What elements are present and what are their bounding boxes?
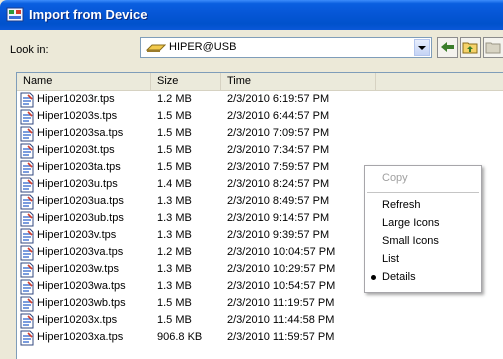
tps-file-icon — [20, 313, 34, 329]
file-size: 1.3 MB — [157, 212, 192, 224]
file-time: 2/3/2010 9:39:57 PM — [227, 229, 330, 241]
file-time: 2/3/2010 9:14:57 PM — [227, 212, 330, 224]
menu-item-refresh[interactable]: Refresh — [382, 199, 421, 211]
file-size: 1.4 MB — [157, 178, 192, 190]
file-size: 1.5 MB — [157, 314, 192, 326]
menu-item-copy[interactable]: Copy — [382, 172, 408, 184]
tps-file-icon — [20, 279, 34, 295]
tps-file-icon — [20, 109, 34, 125]
file-size: 1.2 MB — [157, 93, 192, 105]
file-size: 1.5 MB — [157, 110, 192, 122]
back-button[interactable] — [437, 37, 458, 58]
file-size: 1.5 MB — [157, 127, 192, 139]
tps-file-icon — [20, 262, 34, 278]
tps-file-icon — [20, 330, 34, 346]
file-name: Hiper10203s.tps — [37, 110, 118, 122]
table-row[interactable]: Hiper10203wb.tps 1.5 MB 2/3/2010 11:19:57 … — [17, 295, 503, 312]
look-in-label: Look in: — [10, 44, 49, 56]
file-time: 2/3/2010 10:29:57 PM — [227, 263, 336, 275]
radio-bullet-icon — [371, 275, 376, 280]
tps-file-icon — [20, 126, 34, 142]
file-name: Hiper10203ta.tps — [37, 161, 121, 173]
up-folder-icon — [462, 42, 478, 54]
file-size: 1.2 MB — [157, 246, 192, 258]
menu-separator — [367, 192, 479, 193]
column-header-time[interactable]: Time — [221, 73, 376, 90]
file-size: 1.3 MB — [157, 280, 192, 292]
table-row[interactable]: Hiper10203xa.tps 906.8 KB 2/3/2010 11:59:5… — [17, 329, 503, 346]
back-arrow-icon — [441, 42, 454, 52]
file-time: 2/3/2010 11:44:58 PM — [227, 314, 335, 326]
dropdown-button[interactable] — [414, 39, 430, 56]
file-size: 906.8 KB — [157, 331, 203, 343]
file-name: Hiper10203x.tps — [37, 314, 118, 326]
file-time: 2/3/2010 10:54:57 PM — [227, 280, 336, 292]
file-time: 2/3/2010 11:19:57 PM — [227, 297, 335, 309]
tps-file-icon — [20, 194, 34, 210]
file-name: Hiper10203xa.tps — [37, 331, 124, 343]
menu-item-list[interactable]: List — [382, 253, 399, 265]
column-header-size[interactable]: Size — [151, 73, 221, 90]
context-menu: Copy Refresh Large Icons Small Icons Lis… — [364, 165, 482, 293]
tps-file-icon — [20, 177, 34, 193]
file-size: 1.3 MB — [157, 263, 192, 275]
file-time: 2/3/2010 7:59:57 PM — [227, 161, 330, 173]
table-row[interactable]: Hiper10203s.tps 1.5 MB 2/3/2010 6:44:57 PM — [17, 108, 503, 125]
file-name: Hiper10203w.tps — [37, 263, 119, 275]
file-time: 2/3/2010 7:34:57 PM — [227, 144, 330, 156]
tps-file-icon — [20, 211, 34, 227]
file-time: 2/3/2010 6:44:57 PM — [227, 110, 330, 122]
usb-drive-icon — [146, 44, 166, 52]
file-name: Hiper10203ub.tps — [37, 212, 124, 224]
file-name: Hiper10203wa.tps — [37, 280, 126, 292]
table-row[interactable]: Hiper10203x.tps 1.5 MB 2/3/2010 11:44:58 P… — [17, 312, 503, 329]
file-time: 2/3/2010 8:24:57 PM — [227, 178, 330, 190]
file-name: Hiper10203t.tps — [37, 144, 115, 156]
file-size: 1.3 MB — [157, 195, 192, 207]
table-row[interactable]: Hiper10203sa.tps 1.5 MB 2/3/2010 7:09:57 P… — [17, 125, 503, 142]
tps-file-icon — [20, 143, 34, 159]
column-header-row: Name Size Time — [17, 73, 503, 91]
device-import-icon — [6, 7, 24, 22]
file-time: 2/3/2010 6:19:57 PM — [227, 93, 330, 105]
menu-item-small-icons[interactable]: Small Icons — [382, 235, 439, 247]
column-header-name[interactable]: Name — [17, 73, 151, 90]
file-name: Hiper10203v.tps — [37, 229, 117, 241]
new-folder-button[interactable] — [483, 37, 503, 58]
up-folder-button[interactable] — [460, 37, 481, 58]
look-in-dropdown[interactable]: HIPER@USB — [140, 37, 432, 58]
file-size: 1.5 MB — [157, 297, 192, 309]
file-size: 1.5 MB — [157, 161, 192, 173]
table-row[interactable]: Hiper10203r.tps 1.2 MB 2/3/2010 6:19:57 PM — [17, 91, 503, 108]
tps-file-icon — [20, 160, 34, 176]
file-name: Hiper10203wb.tps — [37, 297, 126, 309]
window-title: Import from Device — [29, 7, 148, 22]
file-time: 2/3/2010 8:49:57 PM — [227, 195, 330, 207]
folder-icon — [485, 42, 501, 54]
title-bar[interactable]: Import from Device — [0, 0, 503, 30]
file-name: Hiper10203r.tps — [37, 93, 115, 105]
look-in-value: HIPER@USB — [169, 41, 237, 53]
tps-file-icon — [20, 92, 34, 108]
tps-file-icon — [20, 296, 34, 312]
menu-item-details[interactable]: Details — [382, 271, 416, 283]
file-size: 1.3 MB — [157, 229, 192, 241]
tps-file-icon — [20, 228, 34, 244]
file-name: Hiper10203ua.tps — [37, 195, 124, 207]
file-name: Hiper10203va.tps — [37, 246, 124, 258]
menu-item-large-icons[interactable]: Large Icons — [382, 217, 439, 229]
file-time: 2/3/2010 7:09:57 PM — [227, 127, 330, 139]
file-name: Hiper10203sa.tps — [37, 127, 124, 139]
chevron-down-icon — [418, 46, 426, 50]
tps-file-icon — [20, 245, 34, 261]
file-time: 2/3/2010 11:59:57 PM — [227, 331, 335, 343]
file-time: 2/3/2010 10:04:57 PM — [227, 246, 336, 258]
table-row[interactable]: Hiper10203t.tps 1.5 MB 2/3/2010 7:34:57 PM — [17, 142, 503, 159]
file-name: Hiper10203u.tps — [37, 178, 118, 190]
file-size: 1.5 MB — [157, 144, 192, 156]
